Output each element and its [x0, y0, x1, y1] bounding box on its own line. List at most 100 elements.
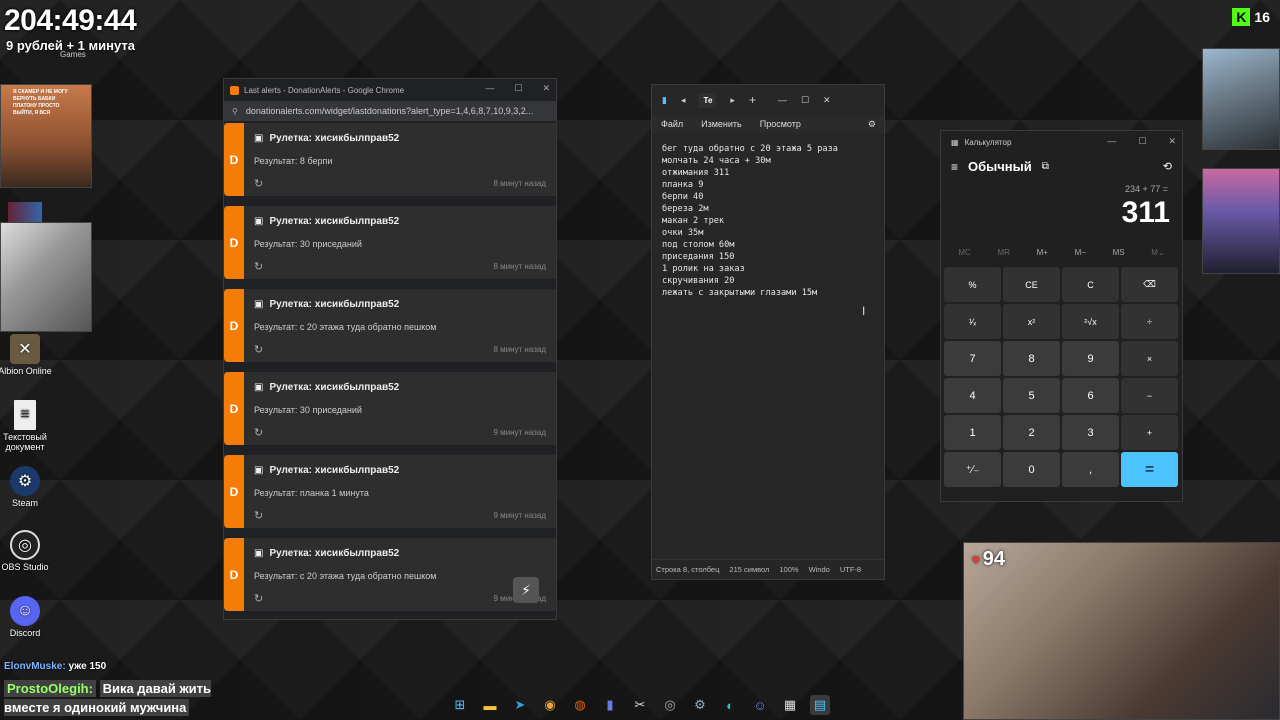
tab-prev-icon[interactable]: ◂ [681, 95, 686, 106]
square-button[interactable]: x² [1003, 304, 1060, 339]
start-icon[interactable]: ⊞ [450, 695, 470, 715]
alert-accent: D [224, 372, 244, 445]
divide-button[interactable]: ÷ [1121, 304, 1178, 339]
replay-icon[interactable]: ↻ [254, 509, 263, 522]
digit-5-button[interactable]: 5 [1003, 378, 1060, 413]
discord-icon: ☺ [10, 596, 40, 626]
lightning-button[interactable]: ⚡ [513, 577, 539, 603]
digit-2-button[interactable]: 2 [1003, 415, 1060, 450]
digit-8-button[interactable]: 8 [1003, 341, 1060, 376]
digit-0-button[interactable]: 0 [1003, 452, 1060, 487]
desktop-icon-albion[interactable]: ✕ Albion Online [0, 334, 57, 376]
hamburger-menu-icon[interactable]: ≡ [951, 160, 958, 174]
chrome-titlebar[interactable]: Last alerts - DonationAlerts - Google Ch… [224, 79, 556, 101]
digit-4-button[interactable]: 4 [944, 378, 1001, 413]
memory-store-button[interactable]: MS [1113, 248, 1125, 257]
notepad-editor[interactable]: бег туда обратно с 20 этажа 5 раза молчат… [652, 133, 884, 309]
calculator-icon[interactable]: ▦ [780, 695, 800, 715]
keep-on-top-icon[interactable]: ⧉ [1042, 161, 1049, 172]
calculator-expression: 234 + 77 = [1124, 184, 1168, 194]
memory-recall-button[interactable]: MR [997, 248, 1009, 257]
close-icon[interactable]: ✕ [542, 83, 550, 94]
desktop-icon-text-document[interactable]: ≡ Текстовый документ [0, 400, 57, 452]
roulette-icon: ▣ [254, 299, 264, 310]
desktop-icon-discord[interactable]: ☺ Discord [0, 596, 57, 638]
lightning-icon: ⚡ [521, 581, 531, 598]
site-settings-icon[interactable]: ⚲ [232, 107, 238, 116]
chrome-icon[interactable]: ◉ [540, 695, 560, 715]
equals-button[interactable]: = [1121, 452, 1178, 487]
notepad-tab[interactable]: Те [699, 92, 717, 108]
close-icon[interactable]: ✕ [1168, 136, 1176, 147]
maximize-icon[interactable]: ☐ [514, 83, 522, 94]
replay-icon[interactable]: ↻ [254, 260, 263, 273]
maximize-icon[interactable]: ☐ [801, 95, 809, 106]
digit-1-button[interactable]: 1 [944, 415, 1001, 450]
snipping-icon[interactable]: ✂ [630, 695, 650, 715]
status-encoding[interactable]: UTF-8 [840, 565, 861, 574]
calculator-titlebar[interactable]: ▦ Калькулятор — ☐ ✕ [941, 131, 1182, 153]
status-zoom[interactable]: 100% [779, 565, 798, 574]
tab-next-icon[interactable]: ▸ [730, 95, 735, 106]
memory-subtract-button[interactable]: M− [1075, 248, 1086, 257]
menu-edit[interactable]: Изменить [701, 119, 742, 129]
menu-view[interactable]: Просмотр [760, 119, 801, 129]
sqrt-button[interactable]: ²√x [1062, 304, 1119, 339]
notepad-statusbar: Строка 8, столбец 215 символ 100% Windo … [652, 559, 884, 579]
steam-icon[interactable]: ⚙ [690, 695, 710, 715]
replay-icon[interactable]: ↻ [254, 592, 263, 605]
clear-button[interactable]: C [1062, 267, 1119, 302]
menu-file[interactable]: Файл [661, 119, 683, 129]
new-tab-icon[interactable]: + [749, 93, 756, 107]
backspace-button[interactable]: ⌫ [1121, 267, 1178, 302]
add-button[interactable]: + [1121, 415, 1178, 450]
subtract-button[interactable]: − [1121, 378, 1178, 413]
notepad-tabbar[interactable]: ▮ ◂ Те ▸ + — ☐ ✕ [652, 85, 884, 115]
digit-3-button[interactable]: 3 [1062, 415, 1119, 450]
discord-icon[interactable]: ☺ [750, 695, 770, 715]
digit-9-button[interactable]: 9 [1062, 341, 1119, 376]
minimize-icon[interactable]: — [485, 83, 494, 94]
replay-icon[interactable]: ↻ [254, 343, 263, 356]
desktop-icon-steam[interactable]: ⚙ Steam [0, 466, 57, 508]
digit-6-button[interactable]: 6 [1062, 378, 1119, 413]
memory-clear-button[interactable]: MC [958, 248, 970, 257]
telegram-icon[interactable]: ➤ [510, 695, 530, 715]
text-cursor-icon: I [862, 304, 866, 318]
edge-icon[interactable]: ◐ [720, 695, 740, 715]
maximize-icon[interactable]: ☐ [1138, 136, 1146, 147]
desktop-icon-obs[interactable]: ◎ OBS Studio [0, 530, 57, 572]
reciprocal-button[interactable]: ¹⁄ₓ [944, 304, 1001, 339]
decimal-button[interactable]: , [1062, 452, 1119, 487]
text-line: отжимания 311 [662, 168, 730, 178]
obs-icon: ◎ [10, 530, 40, 560]
alert-time: 8 минут назад [493, 345, 546, 354]
digit-7-button[interactable]: 7 [944, 341, 1001, 376]
history-icon[interactable]: ⟲ [1163, 160, 1172, 173]
app-icon[interactable]: ◎ [660, 695, 680, 715]
chrome-title: Last alerts - DonationAlerts - Google Ch… [244, 85, 405, 95]
percent-button[interactable]: % [944, 267, 1001, 302]
clear-entry-button[interactable]: CE [1003, 267, 1060, 302]
stats-icon[interactable]: ▮ [600, 695, 620, 715]
replay-icon[interactable]: ↻ [254, 177, 263, 190]
alert-title: Рулетка: хисикбылправ52 [269, 216, 400, 227]
address-bar[interactable]: ⚲ donationalerts.com/widget/lastdonation… [224, 101, 556, 121]
firefox-icon[interactable]: ◍ [570, 695, 590, 715]
calculator-display: 311 [1121, 196, 1170, 229]
negate-button[interactable]: ⁺∕₋ [944, 452, 1001, 487]
file-explorer-icon[interactable]: ▬ [480, 695, 500, 715]
memory-list-button[interactable]: M⌄ [1151, 248, 1164, 257]
close-icon[interactable]: ✕ [823, 95, 831, 106]
viewer-count: 16 [1254, 9, 1270, 25]
minimize-icon[interactable]: — [1107, 136, 1116, 147]
memory-add-button[interactable]: M+ [1037, 248, 1048, 257]
settings-gear-icon[interactable]: ⚙ [868, 119, 876, 130]
chat-text: уже 150 [68, 661, 107, 672]
multiply-button[interactable]: × [1121, 341, 1178, 376]
keypad: % CE C ⌫ ¹⁄ₓ x² ²√x ÷ 7 8 9 × 4 5 6 − 1 … [941, 261, 1182, 487]
status-eol[interactable]: Windo [809, 565, 830, 574]
minimize-icon[interactable]: — [778, 95, 787, 105]
replay-icon[interactable]: ↻ [254, 426, 263, 439]
notepad-icon[interactable]: ▤ [810, 695, 830, 715]
